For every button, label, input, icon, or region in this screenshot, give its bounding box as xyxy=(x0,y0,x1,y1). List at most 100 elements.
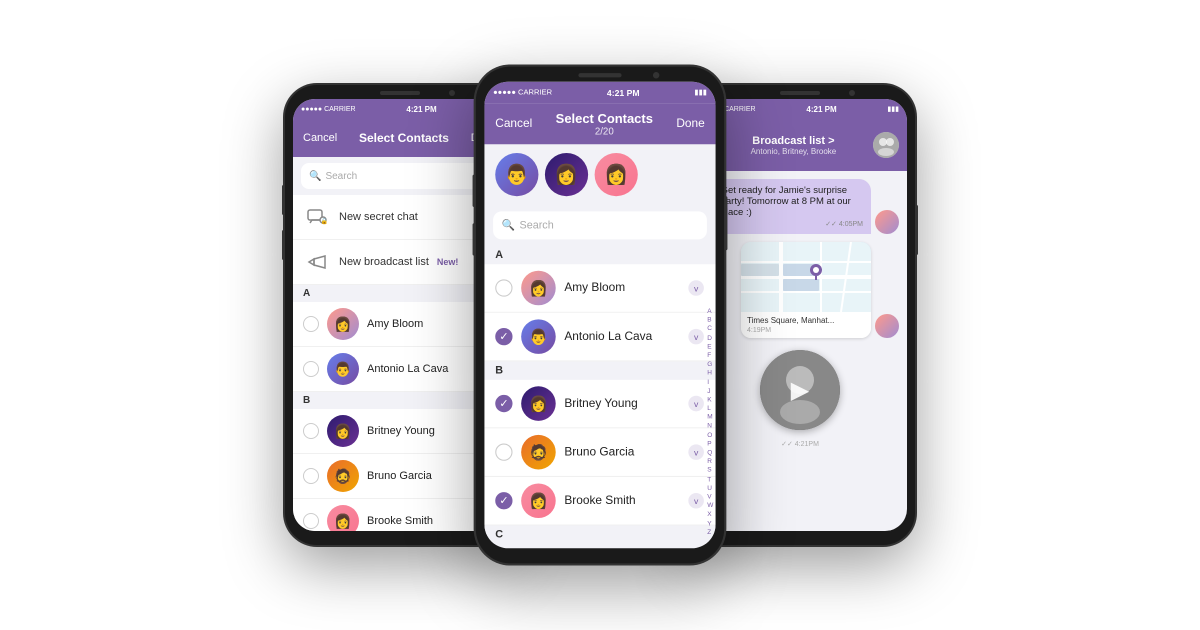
done-button-2[interactable]: Done xyxy=(676,117,704,130)
contact-brooke-2[interactable]: ✓ 👩 Brooke Smith v xyxy=(484,477,715,526)
search-icon-2: 🔍 xyxy=(502,219,515,231)
checkbox-britney-1[interactable] xyxy=(303,423,319,439)
message-bubble-1: Get ready for Jamie's surprise party! To… xyxy=(713,179,871,234)
contact-amy-2[interactable]: 👩 Amy Bloom v xyxy=(484,264,715,313)
nav-title-2: Select Contacts 2/20 xyxy=(556,111,653,137)
checkbox-antonio-1[interactable] xyxy=(303,361,319,377)
cancel-button-1[interactable]: Cancel xyxy=(303,132,337,144)
sender-avatar-1 xyxy=(875,210,899,234)
search-input-1[interactable]: 🔍 Search xyxy=(301,163,499,189)
name-brooke-2: Brooke Smith xyxy=(564,494,678,507)
search-placeholder-2: Search xyxy=(519,219,553,231)
viber-icon-antonio-2: v xyxy=(687,328,704,345)
checkbox-bruno-1[interactable] xyxy=(303,468,319,484)
svg-text:v: v xyxy=(694,496,699,506)
avatar-bruno-2: 🧔 xyxy=(521,435,556,470)
phone-vol-up-2 xyxy=(473,175,476,207)
svg-text:v: v xyxy=(694,448,699,458)
section-a-2: A xyxy=(484,246,715,264)
new-badge: New! xyxy=(437,257,459,267)
cancel-button-2[interactable]: Cancel xyxy=(495,117,532,130)
avatar-antonio-1: 👨 xyxy=(327,353,359,385)
message-time-1: ✓✓ 4:05PM xyxy=(721,220,863,228)
alphabet-sidebar-2: A B C D E F G H I J K L M N O P Q R S T xyxy=(707,309,713,538)
chat-title-3: Broadcast list > xyxy=(718,135,869,147)
phone-3-screen: ●●●●● CARRIER 4:21 PM ▮▮▮ ‹ 1 Broadcast … xyxy=(693,99,907,531)
chat-subtitle-3: Antonio, Britney, Brooke xyxy=(718,147,869,156)
map-bubble[interactable]: Times Square, Manhat... 4:19PM xyxy=(741,242,871,338)
name-britney-1: Britney Young xyxy=(367,425,473,437)
viber-icon-bruno-2: v xyxy=(687,444,704,461)
carrier-2: ●●●●● CARRIER xyxy=(493,89,552,97)
sent-icon-1: ✓✓ xyxy=(825,221,837,228)
read-icon: ✓✓ xyxy=(781,441,793,448)
nav-bar-2: Cancel Select Contacts 2/20 Done xyxy=(484,103,715,144)
phone-camera-2 xyxy=(653,72,659,78)
section-b-2: B xyxy=(484,361,715,379)
contact-antonio-2[interactable]: ✓ 👨 Antonio La Cava v xyxy=(484,313,715,362)
battery-icon-2: ▮▮▮ xyxy=(694,88,706,97)
sel-avatar-britney: 👩 xyxy=(545,153,588,196)
phone-2: ●●●●● CARRIER 4:21 PM ▮▮▮ Cancel Select … xyxy=(476,67,724,564)
status-bar-2: ●●●●● CARRIER 4:21 PM ▮▮▮ xyxy=(484,82,715,104)
nav-title-1: Select Contacts xyxy=(359,131,449,145)
svg-text:v: v xyxy=(694,283,699,293)
phone-vol-down-2 xyxy=(473,223,476,255)
secret-chat-label: New secret chat xyxy=(339,211,418,223)
broadcast-icon xyxy=(303,248,331,276)
video-time-row: ✓✓ 4:21PM xyxy=(701,440,899,448)
checkbox-brooke-2[interactable]: ✓ xyxy=(495,492,512,509)
viber-icon-amy-2: v xyxy=(687,279,704,296)
checkbox-antonio-2[interactable]: ✓ xyxy=(495,328,512,345)
name-amy-1: Amy Bloom xyxy=(367,318,473,330)
name-bruno-1: Bruno Garcia xyxy=(367,470,473,482)
name-antonio-1: Antonio La Cava xyxy=(367,363,473,375)
map-time: 4:19PM xyxy=(747,327,771,334)
status-bar-3: ●●●●● CARRIER 4:21 PM ▮▮▮ xyxy=(693,99,907,119)
message-row-1: Get ready for Jamie's surprise party! To… xyxy=(701,179,899,234)
name-amy-2: Amy Bloom xyxy=(564,282,678,295)
secret-chat-icon: 🔒 xyxy=(303,203,331,231)
phone-vol-up xyxy=(282,185,285,215)
name-antonio-2: Antonio La Cava xyxy=(564,330,678,343)
checkbox-amy-2[interactable] xyxy=(495,279,512,296)
svg-text:v: v xyxy=(694,399,699,409)
checkbox-bruno-2[interactable] xyxy=(495,444,512,461)
video-bubble[interactable]: ▶ xyxy=(760,350,840,430)
carrier-1: ●●●●● CARRIER xyxy=(301,106,356,113)
chat-nav-info-3: Broadcast list > Antonio, Britney, Brook… xyxy=(718,135,869,156)
svg-text:🔒: 🔒 xyxy=(321,217,328,225)
phone-power-3 xyxy=(915,205,918,255)
search-placeholder-1: Search xyxy=(325,171,357,182)
section-c-2: C xyxy=(484,526,715,544)
contact-britney-2[interactable]: ✓ 👩 Britney Young v xyxy=(484,380,715,429)
nav-subtitle-2: 2/20 xyxy=(556,126,653,137)
checkbox-britney-2[interactable]: ✓ xyxy=(495,395,512,412)
search-icon-1: 🔍 xyxy=(309,171,321,182)
map-svg xyxy=(741,242,871,312)
map-label: Times Square, Manhat... 4:19PM xyxy=(741,312,871,338)
search-bar-2: 🔍 Search xyxy=(484,205,715,246)
sel-avatar-brooke: 👩 xyxy=(595,153,638,196)
checkbox-brooke-1[interactable] xyxy=(303,513,319,529)
message-text-1: Get ready for Jamie's surprise party! To… xyxy=(721,185,863,218)
video-time: 4:21PM xyxy=(795,441,819,448)
time-1: 4:21 PM xyxy=(406,105,436,114)
phone-vol-down xyxy=(282,230,285,260)
selected-avatars-row: 👨 👩 👩 xyxy=(484,144,715,204)
name-bruno-2: Bruno Garcia xyxy=(564,446,678,459)
contact-bruno-2[interactable]: 🧔 Bruno Garcia v xyxy=(484,428,715,477)
search-input-2[interactable]: 🔍 Search xyxy=(493,211,707,239)
avatar-bruno-1: 🧔 xyxy=(327,460,359,492)
avatar-britney-1: 👩 xyxy=(327,415,359,447)
phone-camera xyxy=(449,90,455,96)
phone-speaker-3 xyxy=(780,91,820,95)
message-row-3: ▶ xyxy=(701,350,899,430)
chat-avatar-3 xyxy=(873,132,899,158)
message-row-2: Times Square, Manhat... 4:19PM xyxy=(701,242,899,338)
broadcast-label: New broadcast list xyxy=(339,256,429,268)
sender-avatar-2 xyxy=(875,314,899,338)
phone-power-2 xyxy=(724,196,727,250)
checkbox-amy-1[interactable] xyxy=(303,316,319,332)
phone-camera-3 xyxy=(849,90,855,96)
